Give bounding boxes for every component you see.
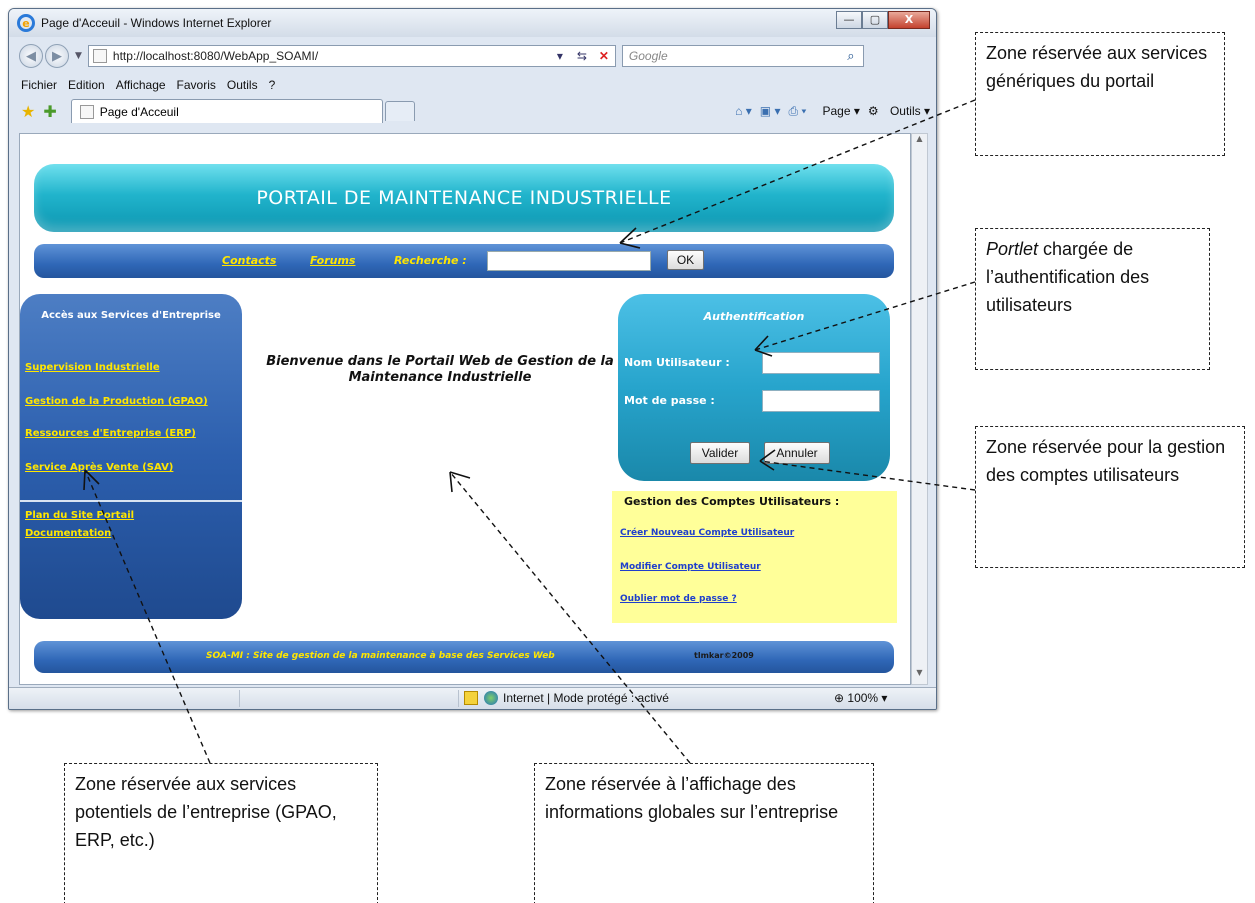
callout-portlet-auth: Portlet chargée de l’authentification de…	[975, 228, 1210, 370]
refresh-icon[interactable]: ⇆	[571, 49, 593, 63]
zoom-level[interactable]: ⊕ 100% ▾	[834, 691, 887, 705]
cancel-button[interactable]: Annuler	[764, 442, 830, 464]
menu-favoris[interactable]: Favoris	[177, 78, 216, 92]
minimize-button[interactable]: —	[836, 11, 862, 29]
back-button[interactable]: ◀	[19, 44, 43, 68]
zone-text: Internet | Mode protégé : activé	[503, 691, 669, 705]
callout-enterprise-services: Zone réservée aux services potentiels de…	[64, 763, 378, 903]
sidebar-title: Accès aux Services d'Entreprise	[41, 310, 221, 321]
history-dropdown-icon[interactable]: ▼	[75, 51, 82, 61]
warning-icon	[464, 691, 478, 705]
page-menu-label: Page	[822, 104, 851, 118]
page-menu[interactable]: Page ▾	[814, 104, 859, 118]
menu-outils[interactable]: Outils	[227, 78, 258, 92]
window-title: Page d'Acceuil - Windows Internet Explor…	[41, 16, 272, 30]
status-dividers	[239, 690, 459, 707]
footer-copyright: tlmkar©2009	[694, 651, 754, 660]
forward-button[interactable]: ▶	[45, 44, 69, 68]
tab-page-accueil[interactable]: Page d'Acceuil	[70, 99, 383, 123]
search-icon[interactable]: ⌕	[839, 48, 863, 64]
password-label: Mot de passe :	[624, 394, 715, 407]
zoom-value: 100%	[847, 691, 879, 705]
create-account-link[interactable]: Créer Nouveau Compte Utilisateur	[620, 528, 794, 538]
tools-menu[interactable]: ⚙ Outils ▾	[868, 104, 930, 118]
username-label: Nom Utilisateur :	[624, 356, 730, 369]
portal-search-input[interactable]	[487, 251, 651, 271]
portal-nav-strip: Contacts Forums Recherche : OK	[34, 244, 894, 278]
modify-account-link[interactable]: Modifier Compte Utilisateur	[620, 562, 761, 572]
tab-label: Page d'Acceuil	[99, 104, 179, 119]
sidebar-item-site-map[interactable]: Plan du Site Portail	[25, 510, 134, 521]
page-icon	[92, 49, 107, 63]
address-bar[interactable]: http://localhost:8080/WebApp_SOAMI/ ▾ ⇆ …	[87, 45, 616, 67]
vertical-scrollbar[interactable]: ▲ ▼	[911, 133, 928, 685]
forums-link[interactable]: Forums	[310, 254, 355, 267]
navigation-bar: ◀ ▶ ▼ http://localhost:8080/WebApp_SOAMI…	[9, 39, 936, 73]
callout-accounts-zone: Zone réservée pour la gestion des compte…	[975, 426, 1245, 568]
menu-affichage[interactable]: Affichage	[116, 78, 166, 92]
window-controls: — ▢ X	[836, 11, 930, 29]
banner-title: PORTAIL DE MAINTENANCE INDUSTRIELLE	[256, 187, 672, 209]
search-label: Recherche :	[394, 254, 467, 267]
scroll-down-icon[interactable]: ▼	[912, 668, 927, 684]
password-field[interactable]	[762, 390, 880, 412]
add-favorites-icon[interactable]: ✚	[43, 102, 56, 121]
favorites-star-icon[interactable]: ★	[21, 102, 35, 121]
menu-fichier[interactable]: Fichier	[21, 78, 57, 92]
sidebar-item-gpao[interactable]: Gestion de la Production (GPAO)	[25, 396, 208, 407]
command-bar: ⌂ ▾ ▣ ▾ ⎙ ▾ Page ▾ ⚙ Outils ▾	[727, 104, 936, 119]
sidebar-divider	[20, 500, 242, 502]
feeds-icon[interactable]: ▣ ▾	[760, 104, 781, 118]
scroll-up-icon[interactable]: ▲	[912, 134, 927, 150]
tab-page-icon	[79, 104, 94, 119]
portal-banner: PORTAIL DE MAINTENANCE INDUSTRIELLE	[34, 164, 894, 232]
address-dropdown-icon[interactable]: ▾	[549, 49, 571, 63]
sidebar-item-sav[interactable]: Service Après Vente (SAV)	[25, 462, 173, 473]
callout-generic-services: Zone réservée aux services génériques du…	[975, 32, 1225, 156]
enterprise-services-sidebar: Accès aux Services d'Entreprise Supervis…	[20, 294, 242, 619]
welcome-message: Bienvenue dans le Portail Web de Gestion…	[266, 354, 614, 385]
validate-button[interactable]: Valider	[690, 442, 750, 464]
search-input[interactable]: Google ⌕	[621, 45, 864, 67]
page-content: PORTAIL DE MAINTENANCE INDUSTRIELLE Cont…	[19, 133, 911, 685]
ok-button[interactable]: OK	[667, 250, 704, 270]
new-tab-button[interactable]	[384, 101, 415, 121]
title-bar: e Page d'Acceuil - Windows Internet Expl…	[9, 9, 936, 37]
username-field[interactable]	[762, 352, 880, 374]
home-icon[interactable]: ⌂ ▾	[735, 104, 752, 118]
sidebar-item-documentation[interactable]: Documentation	[25, 528, 111, 539]
menu-bar: Fichier Edition Affichage Favoris Outils…	[9, 75, 936, 95]
menu-help[interactable]: ?	[269, 78, 276, 92]
close-button[interactable]: X	[888, 11, 930, 29]
auth-title: Authentification	[703, 310, 805, 323]
contacts-link[interactable]: Contacts	[222, 254, 276, 267]
browser-window: e Page d'Acceuil - Windows Internet Expl…	[8, 8, 937, 710]
print-icon[interactable]: ⎙ ▾	[788, 104, 806, 119]
portal-footer: SOA-MI : Site de gestion de la maintenan…	[34, 641, 894, 673]
ie-logo-icon: e	[17, 14, 35, 32]
forgot-password-link[interactable]: Oublier mot de passe ?	[620, 594, 737, 604]
footer-text: SOA-MI : Site de gestion de la maintenan…	[206, 651, 555, 661]
security-zone[interactable]: Internet | Mode protégé : activé	[464, 691, 669, 705]
sidebar-item-supervision[interactable]: Supervision Industrielle	[25, 362, 160, 373]
stop-icon[interactable]: ✕	[593, 49, 615, 63]
sidebar-item-erp[interactable]: Ressources d'Entreprise (ERP)	[25, 428, 196, 439]
tab-bar: ★ ✚ Page d'Acceuil ⌂ ▾ ▣ ▾ ⎙ ▾ Page ▾ ⚙ …	[9, 97, 936, 125]
status-bar: Internet | Mode protégé : activé ⊕ 100% …	[9, 687, 936, 709]
internet-globe-icon	[484, 691, 498, 705]
callout-portlet-word: Portlet	[986, 239, 1039, 259]
tools-menu-label: Outils	[889, 104, 921, 118]
callout-global-info: Zone réservée à l’affichage des informat…	[534, 763, 874, 903]
accounts-management-zone: Gestion des Comptes Utilisateurs : Créer…	[612, 491, 897, 623]
menu-edition[interactable]: Edition	[68, 78, 105, 92]
maximize-button[interactable]: ▢	[862, 11, 888, 29]
accounts-title: Gestion des Comptes Utilisateurs :	[624, 495, 840, 508]
address-url[interactable]: http://localhost:8080/WebApp_SOAMI/	[113, 49, 549, 63]
authentication-portlet: Authentification Nom Utilisateur : Mot d…	[618, 294, 890, 481]
search-placeholder: Google	[628, 49, 668, 63]
